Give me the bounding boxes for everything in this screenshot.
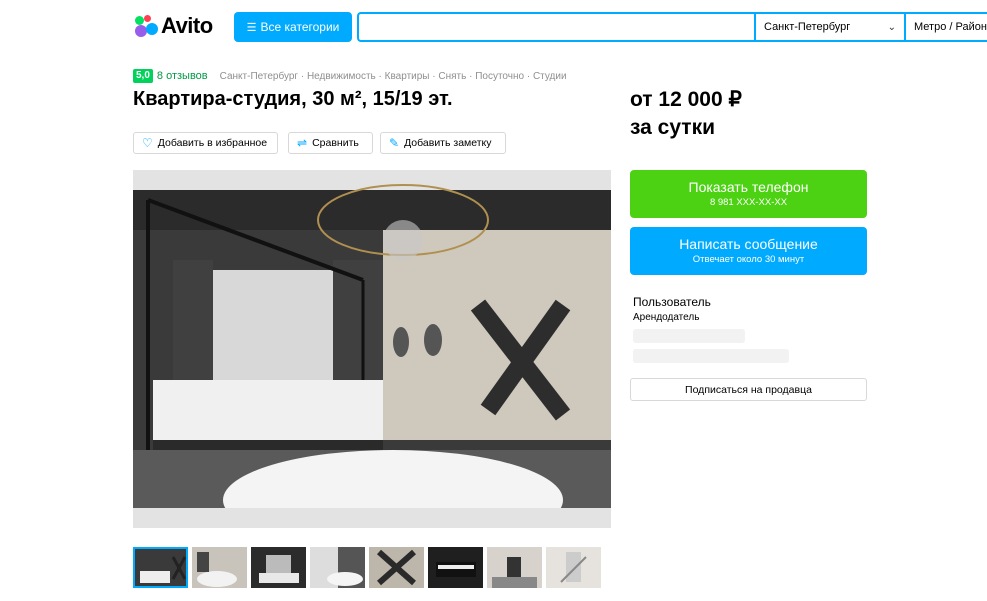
thumbnail-8[interactable]	[546, 547, 601, 588]
chevron-down-icon: ⌄	[887, 21, 896, 33]
apartment-photo	[133, 170, 611, 528]
city-select[interactable]: Санкт-Петербург ⌄	[754, 12, 906, 42]
all-categories-label: Все категории	[260, 20, 340, 34]
subscribe-label: Подписаться на продавца	[685, 383, 812, 396]
rating-row: 5,0 8 отзывов Санкт-Петербург · Недвижим…	[133, 69, 567, 83]
thumbnail-4[interactable]	[310, 547, 365, 588]
city-value: Санкт-Петербург	[764, 21, 851, 33]
thumbnail-6[interactable]	[428, 547, 483, 588]
compare-label: Сравнить	[312, 137, 359, 149]
search-list-icon: ☰	[246, 21, 257, 34]
subscribe-seller-button[interactable]: Подписаться на продавца	[630, 378, 867, 401]
thumbnail-7[interactable]	[487, 547, 542, 588]
logo-text: Avito	[161, 13, 213, 38]
reviews-link[interactable]: 8 отзывов	[157, 70, 208, 82]
response-time: Отвечает около 30 минут	[692, 254, 805, 265]
all-categories-button[interactable]: ☰ Все категории	[234, 12, 352, 42]
seller-name[interactable]: Пользователь	[633, 295, 711, 309]
note-label: Добавить заметку	[404, 137, 492, 149]
loading-placeholder	[633, 349, 789, 363]
rating-score-badge: 5,0	[133, 69, 153, 83]
add-to-favorites-button[interactable]: ♡ Добавить в избранное	[133, 132, 278, 154]
write-message-button[interactable]: Написать сообщение Отвечает около 30 мин…	[630, 227, 867, 275]
show-phone-button[interactable]: Показать телефон 8 981 XXX-XX-XX	[630, 170, 867, 218]
compare-icon: ⇌	[297, 136, 308, 150]
add-note-button[interactable]: ✎ Добавить заметку	[380, 132, 506, 154]
breadcrumb[interactable]: Санкт-Петербург · Недвижимость · Квартир…	[220, 71, 567, 82]
thumbnail-strip	[133, 547, 601, 588]
masked-phone: 8 981 XXX-XX-XX	[709, 197, 788, 208]
thumbnail-5[interactable]	[369, 547, 424, 588]
metro-label: Метро / Район	[914, 21, 987, 33]
thumbnail-1[interactable]	[133, 547, 188, 588]
heart-icon: ♡	[142, 136, 153, 150]
price-block: от 12 000 ₽ за сутки	[630, 86, 742, 142]
compare-button[interactable]: ⇌ Сравнить	[288, 132, 373, 154]
avito-logo[interactable]: Avito	[133, 13, 213, 39]
thumbnail-3[interactable]	[251, 547, 306, 588]
thumbnail-2[interactable]	[192, 547, 247, 588]
show-phone-label: Показать телефон	[688, 179, 809, 195]
price-period: за сутки	[630, 116, 715, 139]
metro-district-select[interactable]: Метро / Район	[906, 12, 987, 42]
favorites-label: Добавить в избранное	[157, 137, 268, 149]
loading-placeholder	[633, 329, 745, 343]
main-photo[interactable]	[133, 170, 611, 528]
seller-role: Арендодатель	[633, 312, 700, 323]
write-message-label: Написать сообщение	[679, 236, 818, 252]
page-title: Квартира-студия, 30 м², 15/19 эт.	[133, 88, 453, 110]
price-value: от 12 000 ₽	[630, 88, 742, 111]
avito-logo-icon	[133, 13, 159, 39]
search-input[interactable]	[357, 12, 754, 42]
note-icon: ✎	[389, 136, 400, 150]
